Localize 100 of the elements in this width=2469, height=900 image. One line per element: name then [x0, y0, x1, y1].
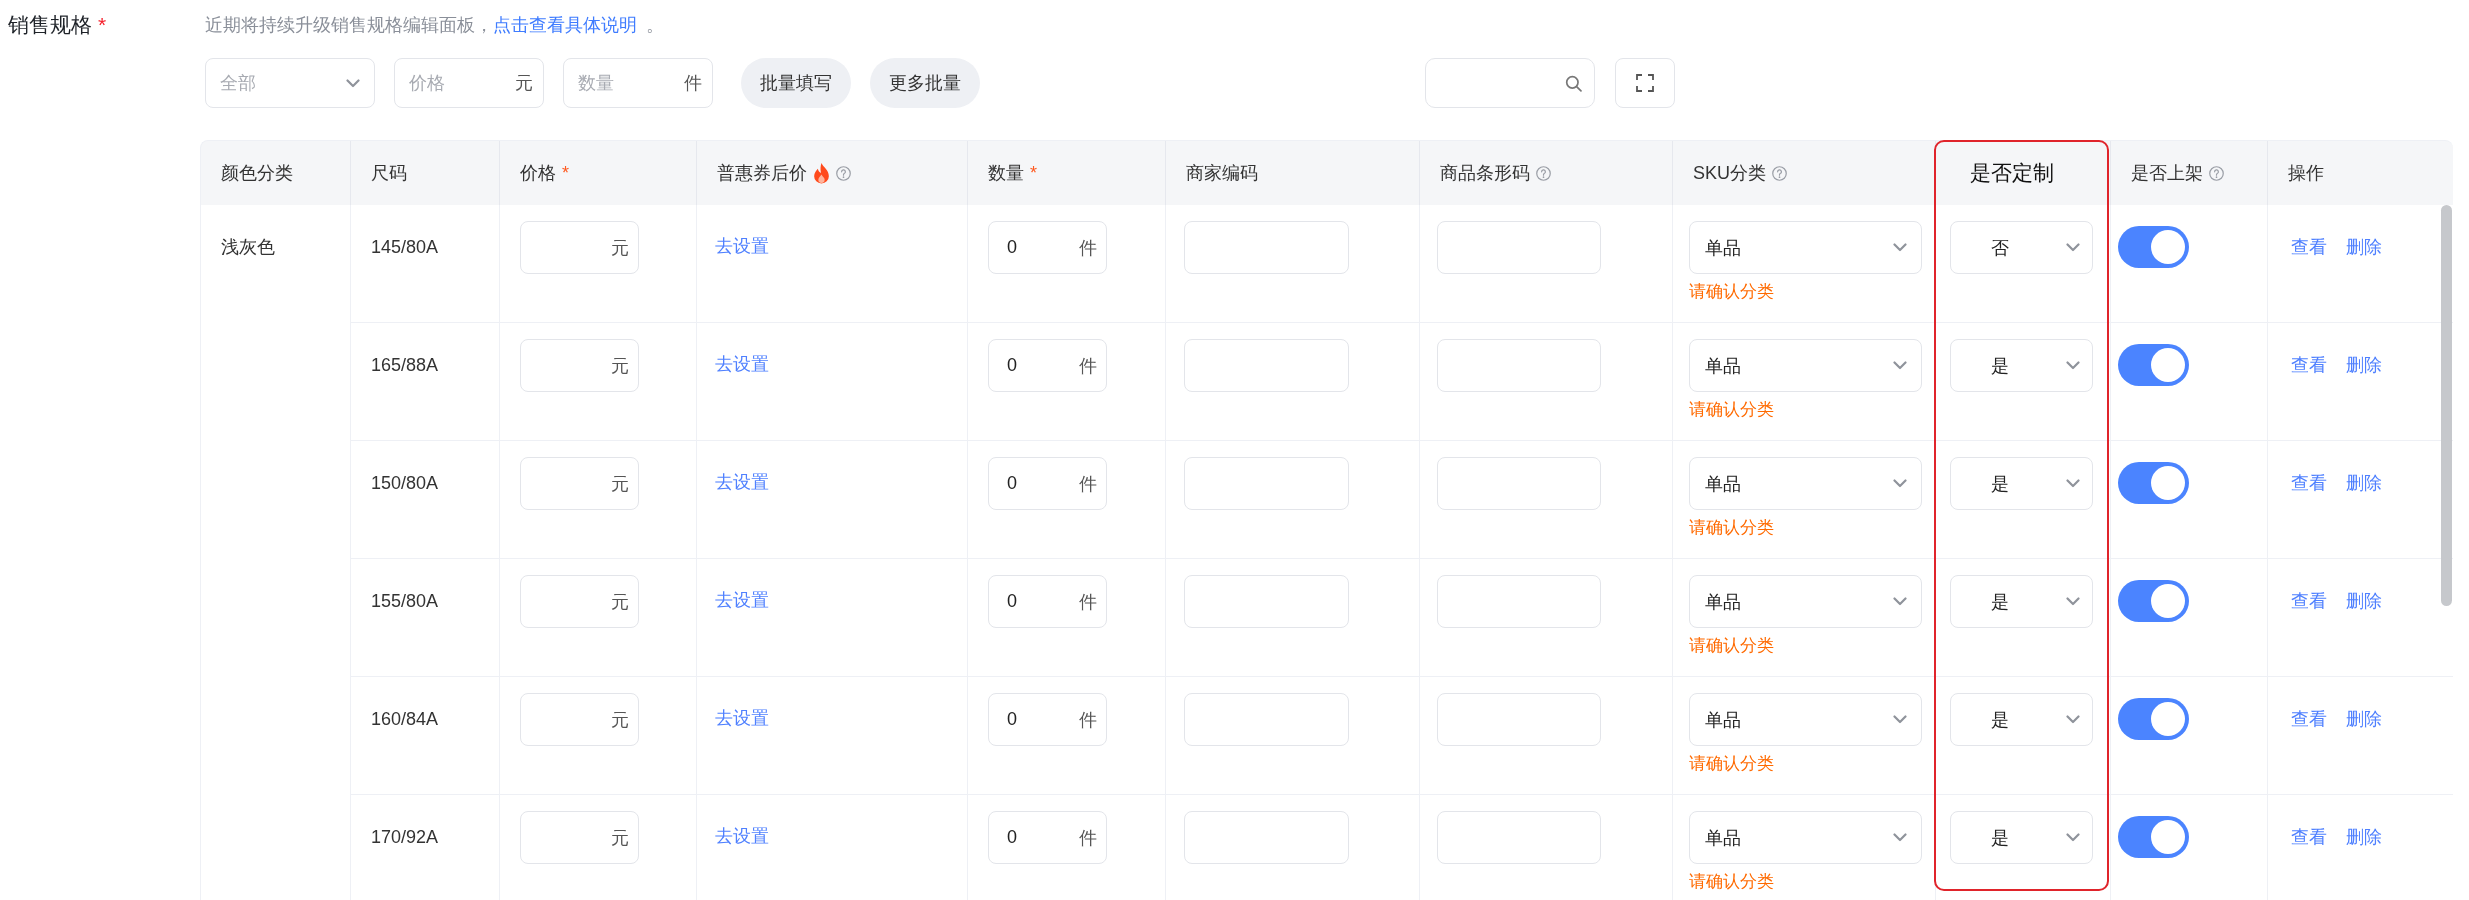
listing-toggle[interactable]	[2118, 816, 2189, 858]
unit-label: 件	[1079, 826, 1097, 850]
size-text: 150/80A	[371, 472, 439, 495]
chevron-down-icon	[2066, 243, 2080, 252]
custom-select[interactable]: 是	[1950, 457, 2093, 510]
batch-button[interactable]: 批量填写	[741, 58, 851, 108]
barcode-input[interactable]	[1437, 221, 1601, 274]
listing-toggle[interactable]	[2118, 698, 2189, 740]
quantity-value: 0	[1007, 827, 1017, 848]
quantity-value: 0	[1007, 709, 1017, 730]
category-select[interactable]: 单品	[1689, 339, 1922, 392]
action-link[interactable]: 查看	[2291, 575, 2327, 628]
price-input[interactable]: 元	[520, 339, 639, 392]
set-price-link[interactable]: 去设置	[715, 339, 769, 389]
quantity-input[interactable]: 0 件	[988, 339, 1107, 392]
quantity-value: 0	[1007, 473, 1017, 494]
color-name: 浅灰色	[221, 236, 275, 259]
price-input[interactable]: 元	[520, 221, 639, 274]
column-header: 是否定制	[1970, 160, 2054, 186]
action-link[interactable]: 删除	[2346, 693, 2382, 746]
custom-select[interactable]: 是	[1950, 693, 2093, 746]
action-link[interactable]: 查看	[2291, 811, 2327, 864]
quantity-value: 0	[1007, 591, 1017, 612]
price-input[interactable]: 元	[520, 811, 639, 864]
price-input[interactable]: 元	[520, 575, 639, 628]
action-link[interactable]: 删除	[2346, 575, 2382, 628]
required-mark: *	[1030, 162, 1037, 184]
chevron-down-icon	[346, 78, 360, 88]
fullscreen-icon	[1636, 74, 1654, 92]
barcode-input[interactable]	[1437, 693, 1601, 746]
help-icon[interactable]	[2209, 165, 2224, 181]
column-header: 操作	[2288, 162, 2324, 185]
custom-select[interactable]: 是	[1950, 811, 2093, 864]
merchant-code-input[interactable]	[1184, 339, 1349, 392]
fullscreen-button[interactable]	[1615, 58, 1675, 108]
action-link[interactable]: 删除	[2346, 811, 2382, 864]
set-price-link[interactable]: 去设置	[715, 693, 769, 743]
action-link[interactable]: 查看	[2291, 339, 2327, 392]
action-link[interactable]: 查看	[2291, 693, 2327, 746]
quantity-input[interactable]: 0 件	[988, 221, 1107, 274]
custom-select[interactable]: 是	[1950, 575, 2093, 628]
quantity-input[interactable]: 0 件	[988, 457, 1107, 510]
merchant-code-input[interactable]	[1184, 221, 1349, 274]
barcode-input[interactable]	[1437, 575, 1601, 628]
chevron-down-icon	[1893, 715, 1907, 724]
help-link[interactable]: 点击查看具体说明	[493, 15, 637, 35]
scrollbar[interactable]	[2441, 205, 2452, 606]
chevron-down-icon	[1893, 479, 1907, 488]
size-text: 165/88A	[371, 354, 439, 377]
category-warning: 请确认分类	[1689, 518, 1774, 538]
merchant-code-input[interactable]	[1184, 575, 1349, 628]
set-price-link[interactable]: 去设置	[715, 811, 769, 861]
listing-toggle[interactable]	[2118, 226, 2189, 268]
column-header: 价格	[520, 162, 556, 185]
listing-toggle[interactable]	[2118, 580, 2189, 622]
price-input[interactable]: 元	[520, 457, 639, 510]
unit-label: 元	[611, 590, 629, 614]
unit-label: 元	[611, 236, 629, 260]
custom-select[interactable]: 否	[1950, 221, 2093, 274]
batch-price-input[interactable]: 价格 元	[394, 58, 544, 108]
section-label: 销售规格	[8, 12, 92, 38]
action-link[interactable]: 删除	[2346, 221, 2382, 274]
search-field[interactable]	[1425, 58, 1595, 108]
unit-label: 件	[684, 72, 702, 95]
listing-toggle[interactable]	[2118, 462, 2189, 504]
merchant-code-input[interactable]	[1184, 811, 1349, 864]
help-icon[interactable]	[836, 165, 851, 181]
barcode-input[interactable]	[1437, 457, 1601, 510]
help-icon[interactable]	[1772, 165, 1787, 181]
category-select[interactable]: 单品	[1689, 575, 1922, 628]
quantity-input[interactable]: 0 件	[988, 811, 1107, 864]
category-select[interactable]: 单品	[1689, 457, 1922, 510]
listing-toggle[interactable]	[2118, 344, 2189, 386]
set-price-link[interactable]: 去设置	[715, 221, 769, 271]
quantity-input[interactable]: 0 件	[988, 575, 1107, 628]
merchant-code-input[interactable]	[1184, 457, 1349, 510]
batch-quantity-input[interactable]: 数量 件	[563, 58, 713, 108]
action-link[interactable]: 删除	[2346, 457, 2382, 510]
category-warning: 请确认分类	[1689, 636, 1774, 656]
set-price-link[interactable]: 去设置	[715, 575, 769, 625]
action-link[interactable]: 查看	[2291, 457, 2327, 510]
action-link[interactable]: 删除	[2346, 339, 2382, 392]
column-header: 商家编码	[1186, 162, 1258, 185]
category-select[interactable]: 单品	[1689, 221, 1922, 274]
help-icon[interactable]	[1536, 165, 1551, 181]
barcode-input[interactable]	[1437, 339, 1601, 392]
category-warning: 请确认分类	[1689, 754, 1774, 774]
price-input[interactable]: 元	[520, 693, 639, 746]
column-header: 普惠券后价	[717, 162, 807, 185]
custom-select[interactable]: 是	[1950, 339, 2093, 392]
category-select[interactable]: 单品	[1689, 693, 1922, 746]
merchant-code-input[interactable]	[1184, 693, 1349, 746]
batch-button[interactable]: 更多批量	[870, 58, 980, 108]
action-link[interactable]: 查看	[2291, 221, 2327, 274]
quantity-input[interactable]: 0 件	[988, 693, 1107, 746]
unit-label: 件	[1079, 472, 1097, 496]
unit-label: 元	[611, 826, 629, 850]
barcode-input[interactable]	[1437, 811, 1601, 864]
set-price-link[interactable]: 去设置	[715, 457, 769, 507]
category-select[interactable]: 单品	[1689, 811, 1922, 864]
